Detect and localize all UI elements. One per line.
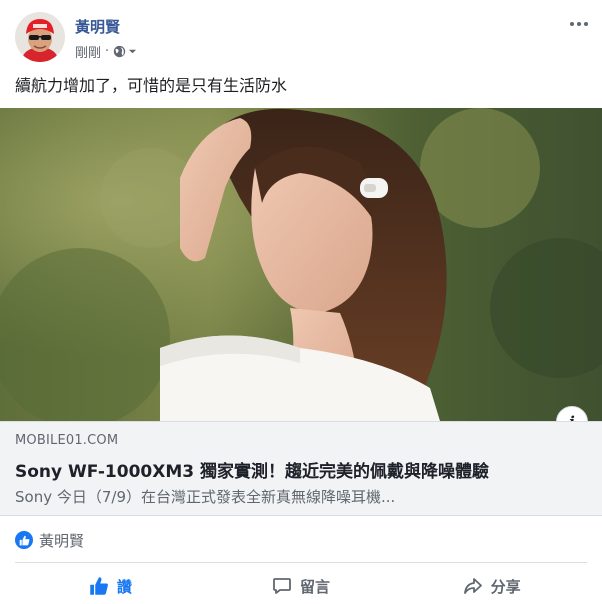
facebook-post: 黃明賢 剛剛 · 續航力增加了，可惜的是只有生活防水 MOBILE01.COM …: [0, 0, 602, 604]
post-header: 黃明賢 剛剛 ·: [15, 12, 595, 64]
comment-icon: [273, 578, 291, 594]
reaction-summary[interactable]: 黃明賢: [15, 528, 84, 552]
share-button[interactable]: 分享: [396, 569, 587, 603]
avatar[interactable]: [15, 12, 65, 62]
link-preview[interactable]: MOBILE01.COM Sony WF-1000XM3 獨家實測！趨近完美的佩…: [0, 421, 602, 516]
link-title[interactable]: Sony WF-1000XM3 獨家實測！趨近完美的佩戴與降噪體驗: [15, 457, 489, 482]
meta-separator: ·: [105, 44, 110, 59]
chevron-down-icon: [129, 49, 137, 54]
post-meta: 剛剛 ·: [75, 42, 137, 61]
like-label: 讚: [116, 577, 132, 596]
comment-button[interactable]: 留言: [206, 569, 397, 603]
author-name[interactable]: 黃明賢: [75, 16, 120, 37]
link-domain: MOBILE01.COM: [15, 433, 119, 448]
share-icon: [463, 578, 482, 594]
reaction-names[interactable]: 黃明賢: [39, 530, 84, 551]
more-options-icon[interactable]: [567, 14, 591, 34]
timestamp[interactable]: 剛剛: [75, 42, 101, 61]
action-divider: [15, 562, 587, 563]
thumbs-up-icon: [90, 577, 108, 595]
globe-icon[interactable]: [113, 45, 137, 58]
like-icon: [15, 531, 33, 549]
action-bar: 讚 留言 分享: [15, 569, 587, 603]
link-preview-image[interactable]: i: [0, 108, 602, 421]
post-text: 續航力增加了，可惜的是只有生活防水: [15, 76, 288, 95]
comment-label: 留言: [300, 577, 331, 596]
share-label: 分享: [490, 577, 521, 596]
like-button[interactable]: 讚: [15, 569, 206, 603]
link-description: Sony 今日（7/9）在台灣正式發表全新真無線降噪耳機...: [15, 488, 396, 506]
